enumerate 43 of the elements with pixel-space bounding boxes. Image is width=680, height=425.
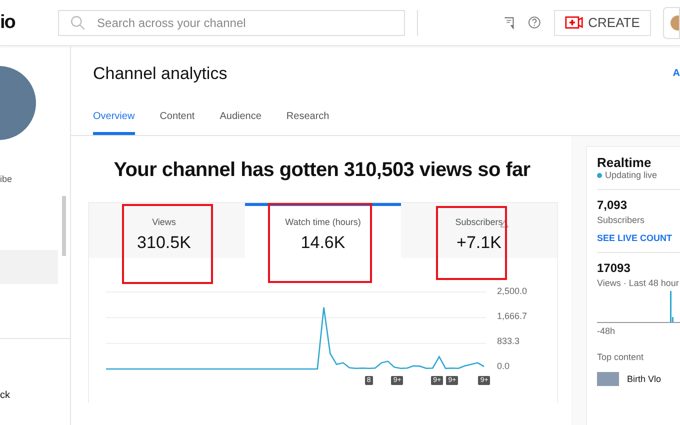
create-button[interactable]: CREATE bbox=[554, 10, 651, 36]
search-field[interactable]: Search across your channel bbox=[58, 10, 406, 36]
views-headline: Your channel has gotten 310,503 views so far bbox=[112, 159, 532, 182]
video-title[interactable]: Birth Vlo bbox=[627, 374, 662, 384]
video-thumbnail[interactable] bbox=[597, 372, 619, 386]
live-status: Updating live bbox=[605, 170, 658, 180]
metric-value: 14.6K bbox=[300, 233, 346, 253]
tab[interactable]: Audience bbox=[220, 111, 262, 135]
search-icon bbox=[70, 14, 86, 30]
top-content-label: Top content bbox=[597, 352, 645, 362]
tab[interactable]: Content bbox=[160, 111, 195, 135]
metric-label: Watch time (hours) bbox=[285, 217, 361, 227]
tab[interactable]: Research bbox=[286, 111, 330, 135]
channel-name: ibe bbox=[0, 174, 14, 184]
metric-label: Views bbox=[152, 217, 176, 227]
axis-label: 2,500.0 bbox=[497, 286, 528, 296]
realtime-title: Realtime bbox=[597, 155, 652, 170]
scrollbar[interactable] bbox=[62, 196, 66, 256]
video-plus-icon bbox=[565, 16, 584, 29]
page-title: Channel analytics bbox=[93, 64, 228, 85]
studio-logo-text: io bbox=[0, 12, 16, 34]
axis-label: 1,666.7 bbox=[497, 311, 528, 321]
axis-label: 0.0 bbox=[497, 361, 511, 371]
metric-label: Subscribers bbox=[455, 217, 503, 227]
subscriber-label: Subscribers bbox=[597, 215, 646, 225]
metric-tab[interactable]: Subscribers +7.1K bbox=[401, 203, 557, 258]
help-icon[interactable] bbox=[528, 14, 542, 31]
metric-tab[interactable]: Watch time (hours) 14.6K bbox=[245, 203, 401, 258]
metric-tab[interactable]: Views 310.5K bbox=[89, 203, 239, 258]
see-live-count-link[interactable]: SEE LIVE COUNT bbox=[597, 233, 680, 243]
feedback-icon[interactable] bbox=[504, 14, 514, 30]
metric-value: +7.1K bbox=[456, 233, 502, 253]
subscriber-count: 7,093 bbox=[597, 198, 628, 212]
account-avatar[interactable] bbox=[662, 6, 680, 38]
advanced-link[interactable]: A bbox=[672, 68, 680, 100]
tab[interactable]: Overview bbox=[93, 111, 135, 135]
sidebar-item[interactable]: ck bbox=[0, 390, 70, 401]
axis-label: -48h bbox=[597, 326, 616, 336]
axis-label: 833.3 bbox=[497, 336, 521, 346]
views-count: 17093 bbox=[597, 261, 632, 275]
views-label: Views · Last 48 hour bbox=[597, 278, 680, 288]
metric-value: 310.5K bbox=[137, 233, 191, 253]
live-dot-icon bbox=[597, 172, 602, 178]
